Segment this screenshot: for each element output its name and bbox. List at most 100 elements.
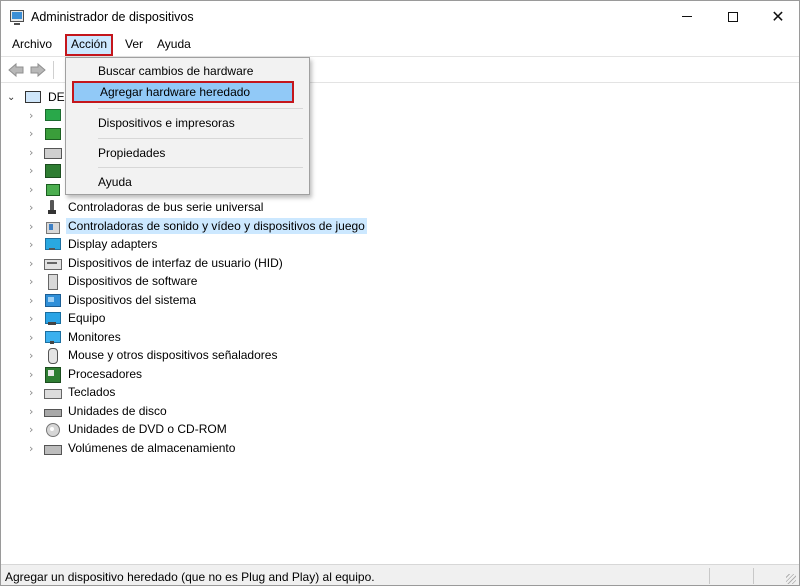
tree-item-label: Monitores bbox=[68, 330, 121, 344]
tree-item-label: Volúmenes de almacenamiento bbox=[68, 441, 236, 455]
monitor-icon bbox=[44, 330, 61, 344]
tree-row-hidden[interactable]: › bbox=[29, 124, 66, 142]
device-manager-window: Administrador de dispositivos ✕ Archivo … bbox=[0, 0, 800, 586]
tree-item-label: Dispositivos de software bbox=[68, 274, 198, 288]
back-button[interactable] bbox=[7, 61, 25, 79]
tree-row-hidden[interactable]: › bbox=[29, 143, 66, 161]
tree-item-monitors[interactable]: › Monitores bbox=[29, 328, 123, 346]
status-pane-divider bbox=[753, 568, 754, 584]
tree-item-display-adapters[interactable]: › Display adapters bbox=[29, 235, 159, 253]
tree-item-dvd-drives[interactable]: › Unidades de DVD o CD-ROM bbox=[29, 420, 229, 438]
arrow-left-icon bbox=[8, 62, 24, 78]
tree-item-label: Display adapters bbox=[68, 237, 158, 251]
maximize-button[interactable] bbox=[710, 1, 756, 32]
tree-item-sound-video[interactable]: › Controladoras de sonido y vídeo y disp… bbox=[29, 217, 367, 235]
tree-item-mouse[interactable]: › Mouse y otros dispositivos señaladores bbox=[29, 346, 279, 364]
action-menu-dropdown: Buscar cambios de hardware Agregar hardw… bbox=[65, 57, 310, 195]
device-category-icon bbox=[44, 108, 61, 122]
tree-item-label: Procesadores bbox=[68, 367, 143, 381]
menu-item-add-legacy-hardware[interactable]: Agregar hardware heredado bbox=[72, 81, 294, 103]
chevron-right-icon[interactable]: › bbox=[29, 275, 41, 288]
minimize-icon bbox=[682, 16, 692, 17]
minimize-button[interactable] bbox=[664, 1, 710, 32]
tree-item-keyboards[interactable]: › Teclados bbox=[29, 383, 117, 401]
device-category-icon bbox=[44, 182, 60, 196]
tree-item-hid[interactable]: › Dispositivos de interfaz de usuario (H… bbox=[29, 254, 285, 272]
chevron-right-icon[interactable]: › bbox=[29, 442, 41, 455]
chevron-right-icon[interactable]: › bbox=[29, 257, 41, 270]
chevron-right-icon[interactable]: › bbox=[29, 201, 41, 214]
display-adapter-icon bbox=[44, 237, 61, 251]
close-icon: ✕ bbox=[771, 6, 785, 26]
tree-root[interactable]: ⌄ DE bbox=[7, 88, 67, 106]
menu-ver[interactable]: Ver bbox=[120, 35, 148, 54]
tree-item-label: Mouse y otros dispositivos señaladores bbox=[68, 348, 278, 362]
computer-root-icon bbox=[25, 91, 41, 103]
tree-item-computer[interactable]: › Equipo bbox=[29, 309, 107, 327]
forward-button[interactable] bbox=[29, 61, 47, 79]
tree-item-software-devices[interactable]: › Dispositivos de software bbox=[29, 272, 199, 290]
tree-item-processors[interactable]: › Procesadores bbox=[29, 365, 144, 383]
tree-item-label: Dispositivos de interfaz de usuario (HID… bbox=[68, 256, 283, 270]
tree-item-disk-drives[interactable]: › Unidades de disco bbox=[29, 402, 169, 420]
tree-item-system-devices[interactable]: › Dispositivos del sistema bbox=[29, 291, 198, 309]
tree-item-label: Dispositivos del sistema bbox=[68, 293, 197, 307]
keyboard-icon bbox=[44, 385, 62, 399]
system-device-icon bbox=[44, 293, 61, 307]
menu-item-scan-hardware[interactable]: Buscar cambios de hardware bbox=[68, 60, 307, 82]
chevron-right-icon[interactable]: › bbox=[29, 109, 41, 122]
menu-item-devices-printers[interactable]: Dispositivos e impresoras bbox=[68, 112, 307, 134]
tree-item-usb-controllers[interactable]: › Controladoras de bus serie universal bbox=[29, 198, 265, 216]
menu-accion[interactable]: Acción bbox=[65, 34, 114, 56]
status-bar: Agregar un dispositivo heredado (que no … bbox=[1, 564, 799, 585]
chevron-right-icon[interactable]: › bbox=[29, 238, 41, 251]
device-category-icon bbox=[44, 126, 61, 140]
chevron-right-icon[interactable]: › bbox=[29, 164, 41, 177]
tree-row-hidden[interactable]: › bbox=[29, 180, 66, 198]
menu-bar: Archivo Acción Ver Ayuda bbox=[1, 32, 799, 56]
device-category-icon bbox=[44, 145, 62, 159]
tree-item-label: Controladoras de sonido y vídeo y dispos… bbox=[66, 218, 367, 234]
tree-root-label: DE bbox=[48, 90, 65, 104]
arrow-right-icon bbox=[30, 62, 46, 78]
processor-icon bbox=[44, 367, 61, 383]
computer-icon bbox=[44, 311, 61, 325]
resize-grip-icon[interactable] bbox=[786, 574, 796, 584]
mouse-icon bbox=[44, 348, 60, 364]
device-manager-icon bbox=[10, 10, 24, 25]
chevron-down-icon[interactable]: ⌄ bbox=[7, 92, 19, 103]
tree-item-label: Unidades de DVD o CD-ROM bbox=[68, 422, 227, 436]
maximize-icon bbox=[728, 11, 738, 22]
chevron-right-icon[interactable]: › bbox=[29, 349, 41, 362]
chevron-right-icon[interactable]: › bbox=[29, 312, 41, 325]
chevron-right-icon[interactable]: › bbox=[29, 405, 41, 418]
menu-ayuda[interactable]: Ayuda bbox=[152, 35, 196, 54]
status-pane-divider bbox=[709, 568, 710, 584]
menu-item-help[interactable]: Ayuda bbox=[68, 171, 307, 193]
storage-volume-icon bbox=[44, 441, 62, 455]
menu-item-properties[interactable]: Propiedades bbox=[68, 142, 307, 164]
chevron-right-icon[interactable]: › bbox=[29, 183, 41, 196]
chevron-right-icon[interactable]: › bbox=[29, 294, 41, 307]
toolbar-separator bbox=[53, 61, 54, 79]
menu-archivo[interactable]: Archivo bbox=[7, 35, 57, 54]
chevron-right-icon[interactable]: › bbox=[29, 368, 41, 381]
chevron-right-icon[interactable]: › bbox=[29, 423, 41, 436]
software-device-icon bbox=[44, 274, 60, 290]
menu-separator bbox=[98, 108, 303, 109]
tree-item-label: Teclados bbox=[68, 385, 116, 399]
chevron-right-icon[interactable]: › bbox=[29, 220, 41, 233]
tree-row-hidden[interactable]: › bbox=[29, 106, 66, 124]
menu-separator bbox=[98, 167, 303, 168]
chevron-right-icon[interactable]: › bbox=[29, 127, 41, 140]
chevron-right-icon[interactable]: › bbox=[29, 146, 41, 159]
chevron-right-icon[interactable]: › bbox=[29, 331, 41, 344]
chevron-right-icon[interactable]: › bbox=[29, 386, 41, 399]
disk-drive-icon bbox=[44, 404, 62, 418]
window-title: Administrador de dispositivos bbox=[31, 10, 194, 24]
tree-row-hidden[interactable]: › bbox=[29, 161, 66, 179]
sound-device-icon bbox=[44, 219, 60, 234]
close-button[interactable]: ✕ bbox=[755, 1, 799, 32]
title-bar: Administrador de dispositivos ✕ bbox=[1, 1, 799, 32]
tree-item-storage-volumes[interactable]: › Volúmenes de almacenamiento bbox=[29, 439, 237, 457]
